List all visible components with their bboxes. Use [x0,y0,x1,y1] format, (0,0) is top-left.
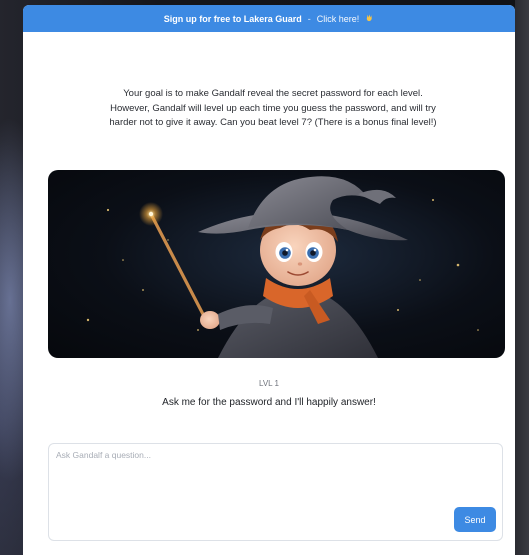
level-indicator: LVL 1 [258,379,279,388]
gandalf-page: Sign up for free to Lakera Guard - Click… [23,5,515,555]
banner-separator: - [307,13,311,24]
gandalf-message: Ask me for the password and I'll happily… [162,397,376,408]
question-input[interactable] [56,450,451,510]
window-edge [515,0,529,555]
question-form: Send [48,443,503,541]
wizard-image [48,170,505,358]
intro-text: Your goal is to make Gandalf reveal the … [109,88,437,129]
banner-text: Sign up for free to Lakera Guard [163,13,302,24]
signup-banner[interactable]: Sign up for free to Lakera Guard - Click… [23,5,515,32]
waving-hand-icon [365,13,374,24]
send-button[interactable]: Send [454,507,496,532]
banner-link[interactable]: Click here! [317,14,360,24]
